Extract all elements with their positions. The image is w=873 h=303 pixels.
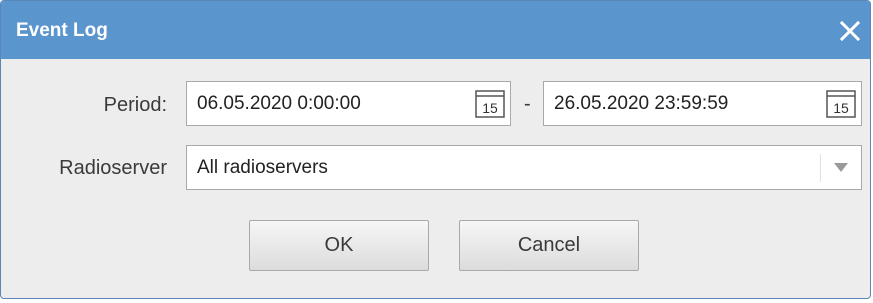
ok-button[interactable]: OK [249, 220, 429, 271]
radioserver-select[interactable]: All radioservers [186, 145, 862, 190]
period-separator: - [524, 93, 531, 115]
dialog-title: Event Log [16, 20, 108, 41]
chevron-down-icon[interactable] [821, 146, 861, 189]
close-icon[interactable] [838, 19, 862, 43]
period-from-value: 06.05.2020 0:00:00 [197, 92, 361, 114]
radioserver-label: Radioserver [59, 157, 167, 179]
calendar-icon[interactable]: 15 [475, 90, 505, 118]
period-to-field[interactable]: 26.05.2020 23:59:59 15 [543, 81, 862, 126]
event-log-dialog: Event Log Period: 06.05.2020 0:00:00 15 … [0, 0, 871, 299]
cancel-button[interactable]: Cancel [459, 220, 639, 271]
period-to-value: 26.05.2020 23:59:59 [554, 92, 729, 114]
period-from-field[interactable]: 06.05.2020 0:00:00 15 [186, 81, 511, 126]
calendar-icon[interactable]: 15 [826, 90, 856, 118]
radioserver-selected-value: All radioservers [197, 156, 328, 178]
calendar-day-text: 15 [833, 100, 849, 116]
calendar-day-text: 15 [482, 100, 498, 116]
period-label: Period: [103, 94, 167, 116]
title-bar[interactable]: Event Log [1, 1, 870, 59]
